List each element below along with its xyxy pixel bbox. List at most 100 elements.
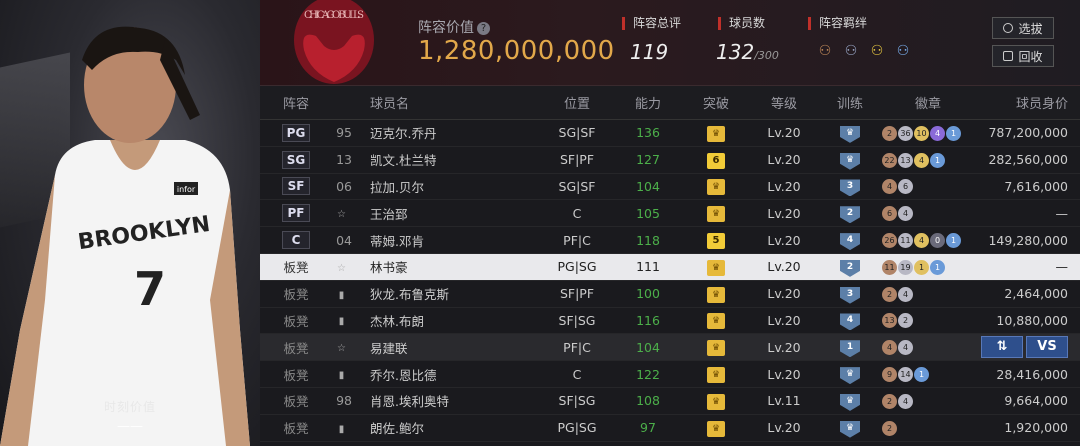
player-price: 10,880,000 bbox=[996, 312, 1068, 328]
bond-gold-icon[interactable]: ⚇ bbox=[866, 40, 888, 62]
rating-label: 阵容总评 bbox=[622, 17, 681, 30]
badge-icon: 4 bbox=[882, 179, 897, 195]
player-price: 787,200,000 bbox=[988, 125, 1068, 141]
bond-label: 阵容羁绊 bbox=[808, 17, 867, 30]
table-row[interactable]: C 04 蒂姆.邓肯 PF|C 118 5 Lv.20 4 26 11 4 0 1 14… bbox=[260, 227, 1080, 254]
table-row[interactable]: 板凳 ☆ 林书豪 PG|SG 111 ♛ Lv.20 2 11 19 1 1 — bbox=[260, 253, 1080, 281]
player-name[interactable]: 蒂姆.邓肯 bbox=[356, 231, 540, 250]
help-icon[interactable]: ? bbox=[477, 22, 490, 35]
lineup-header: CHICAGO BULLS 阵容价值? 1,280,000,000 阵容总评 1… bbox=[260, 0, 1080, 86]
badge-icon: 2 bbox=[882, 286, 897, 302]
player-price: 28,416,000 bbox=[996, 366, 1068, 382]
vs-button[interactable]: VS bbox=[1026, 336, 1068, 359]
player-ability: 136 bbox=[636, 125, 660, 141]
lineup-slot: PF bbox=[260, 204, 332, 223]
bench-label: 板凳 bbox=[283, 260, 309, 276]
player-name[interactable]: 狄龙.布鲁克斯 bbox=[356, 284, 540, 303]
select-icon bbox=[1003, 23, 1014, 33]
lineup-slot: 板凳 bbox=[260, 311, 332, 330]
recycle-icon bbox=[1003, 51, 1014, 61]
player-level: Lv.20 bbox=[767, 420, 801, 436]
player-name[interactable]: 林书豪 bbox=[356, 257, 540, 276]
player-ability: 118 bbox=[636, 232, 660, 248]
player-name[interactable]: 乔尔.恩比德 bbox=[356, 365, 540, 384]
player-ability: 116 bbox=[636, 312, 660, 328]
player-name[interactable]: 杰林.布朗 bbox=[356, 311, 540, 330]
player-position: PG|SG bbox=[557, 420, 597, 436]
breakthrough-cell: 5 bbox=[682, 231, 750, 250]
table-row[interactable]: SG 13 凯文.杜兰特 SF|PF 127 6 Lv.20 ♛ 22 13 4 1 … bbox=[260, 147, 1080, 174]
badges-cell: 44 bbox=[882, 339, 974, 356]
bond-blue-icon[interactable]: ⚇ bbox=[892, 40, 914, 62]
number-cell: 95 bbox=[332, 125, 356, 140]
player-position: SF|PF bbox=[559, 152, 595, 168]
player-name[interactable]: 易建联 bbox=[356, 338, 540, 357]
badge-icon: 4 bbox=[930, 125, 945, 141]
table-row[interactable]: SF 06 拉加.贝尔 SG|SF 104 ♛ Lv.20 3 46 7,616… bbox=[260, 174, 1080, 201]
col-training: 训练 bbox=[836, 97, 863, 112]
table-row[interactable]: 板凳 ▮ 狄龙.布鲁克斯 SF|PF 100 ♛ Lv.20 3 24 2,46… bbox=[260, 281, 1080, 308]
bench-label: 板凳 bbox=[283, 313, 309, 329]
training-shield-icon: ♛ bbox=[840, 125, 860, 143]
table-row[interactable]: PF ☆ 王治郅 C 105 ♛ Lv.20 2 64 — bbox=[260, 200, 1080, 228]
player-level: Lv.20 bbox=[767, 152, 801, 168]
lineup-value-label-text: 阵容价值 bbox=[418, 20, 474, 36]
badges-cell: 26 11 4 0 1 bbox=[882, 232, 974, 249]
jersey-number: 06 bbox=[336, 178, 352, 194]
player-price: 282,560,000 bbox=[988, 152, 1068, 168]
table-row[interactable]: 板凳 98 肖恩.埃利奥特 SF|SG 108 ♛ Lv.11 ♛ 24 9,6… bbox=[260, 388, 1080, 415]
player-price: 9,664,000 bbox=[1004, 393, 1068, 409]
lineup-slot: SG bbox=[260, 150, 332, 169]
team-logo-text: CHICAGO BULLS bbox=[304, 10, 364, 21]
recycle-button[interactable]: 回收 bbox=[992, 45, 1054, 67]
player-position: SF|SG bbox=[558, 312, 596, 328]
table-row[interactable]: 板凳 ▮ 杰林.布朗 SF|SG 116 ♛ Lv.20 4 13 2 10,88… bbox=[260, 308, 1080, 335]
table-row[interactable]: 板凳 ▮ 乔尔.恩比德 C 122 ♛ Lv.20 ♛ 9 14 1 28,416,… bbox=[260, 361, 1080, 388]
player-name[interactable]: 迈克尔.乔丹 bbox=[356, 123, 540, 142]
training-cell: 4 bbox=[818, 230, 882, 251]
moment-value-label: 时刻价值 bbox=[103, 400, 156, 414]
breakthrough-badge: 6 bbox=[707, 152, 725, 169]
number-cell: ☆ bbox=[332, 259, 356, 275]
breakthrough-cell: 6 bbox=[682, 151, 750, 169]
table-row[interactable]: 板凳 ▮ 朗佐.鲍尔 PG|SG 97 ♛ Lv.20 ♛ 2 1,920,00… bbox=[260, 415, 1080, 442]
moment-value: 时刻价值 —— bbox=[55, 398, 205, 434]
table-header: 阵容 球员名 位置 能力 突破 等级 训练 徽章 球员身价 bbox=[260, 86, 1080, 120]
player-name[interactable]: 肖恩.埃利奥特 bbox=[356, 391, 540, 410]
player-price: 1,920,000 bbox=[1004, 420, 1068, 436]
badge-icon: 36 bbox=[898, 125, 913, 141]
badge-icon: 14 bbox=[898, 367, 913, 383]
table-row[interactable]: PG 95 迈克尔.乔丹 SG|SF 136 ♛ Lv.20 ♛ 2 36 10 4 1… bbox=[260, 120, 1080, 147]
badge-icon: 26 bbox=[882, 233, 897, 249]
badges-cell: 64 bbox=[882, 205, 974, 222]
badge-icon: 13 bbox=[882, 313, 897, 329]
bond-icons[interactable]: ⚇ ⚇ ⚇ ⚇ bbox=[814, 40, 914, 62]
player-level: Lv.20 bbox=[767, 366, 801, 382]
crown-icon: ♛ bbox=[707, 286, 725, 303]
training-shield-icon: ♛ bbox=[840, 420, 860, 438]
lineup-slot: PG bbox=[260, 123, 332, 142]
select-button[interactable]: 选拔 bbox=[992, 17, 1054, 39]
table-body: PG 95 迈克尔.乔丹 SG|SF 136 ♛ Lv.20 ♛ 2 36 10 4 1… bbox=[260, 120, 1080, 442]
player-level: Lv.20 bbox=[767, 125, 801, 141]
breakthrough-cell: ♛ bbox=[682, 204, 750, 223]
bond-silver-icon[interactable]: ⚇ bbox=[840, 40, 862, 62]
player-name[interactable]: 凯文.杜兰特 bbox=[356, 150, 540, 169]
player-name[interactable]: 王治郅 bbox=[356, 204, 540, 223]
col-lineup: 阵容 bbox=[282, 97, 309, 112]
badge-icon: 6 bbox=[882, 206, 897, 222]
bond-bronze-icon[interactable]: ⚇ bbox=[814, 40, 836, 62]
player-ability: 104 bbox=[636, 339, 660, 355]
badge-icon: 0 bbox=[930, 233, 945, 249]
swap-button[interactable]: ⇅ bbox=[981, 336, 1023, 359]
player-name[interactable]: 拉加.贝尔 bbox=[356, 177, 540, 196]
badge-icon: 1 bbox=[946, 125, 961, 141]
training-shield-icon: 2 bbox=[840, 259, 860, 277]
bars-icon: ▮ bbox=[338, 370, 345, 382]
star-icon: ☆ bbox=[337, 343, 346, 355]
player-ability: 105 bbox=[636, 205, 660, 221]
star-icon: ☆ bbox=[337, 262, 346, 274]
player-name[interactable]: 朗佐.鲍尔 bbox=[356, 418, 540, 437]
table-row[interactable]: 板凳 ☆ 易建联 PF|C 104 ♛ Lv.20 1 44 ⇅ VS bbox=[260, 334, 1080, 362]
slot-tag: SF bbox=[282, 177, 310, 196]
